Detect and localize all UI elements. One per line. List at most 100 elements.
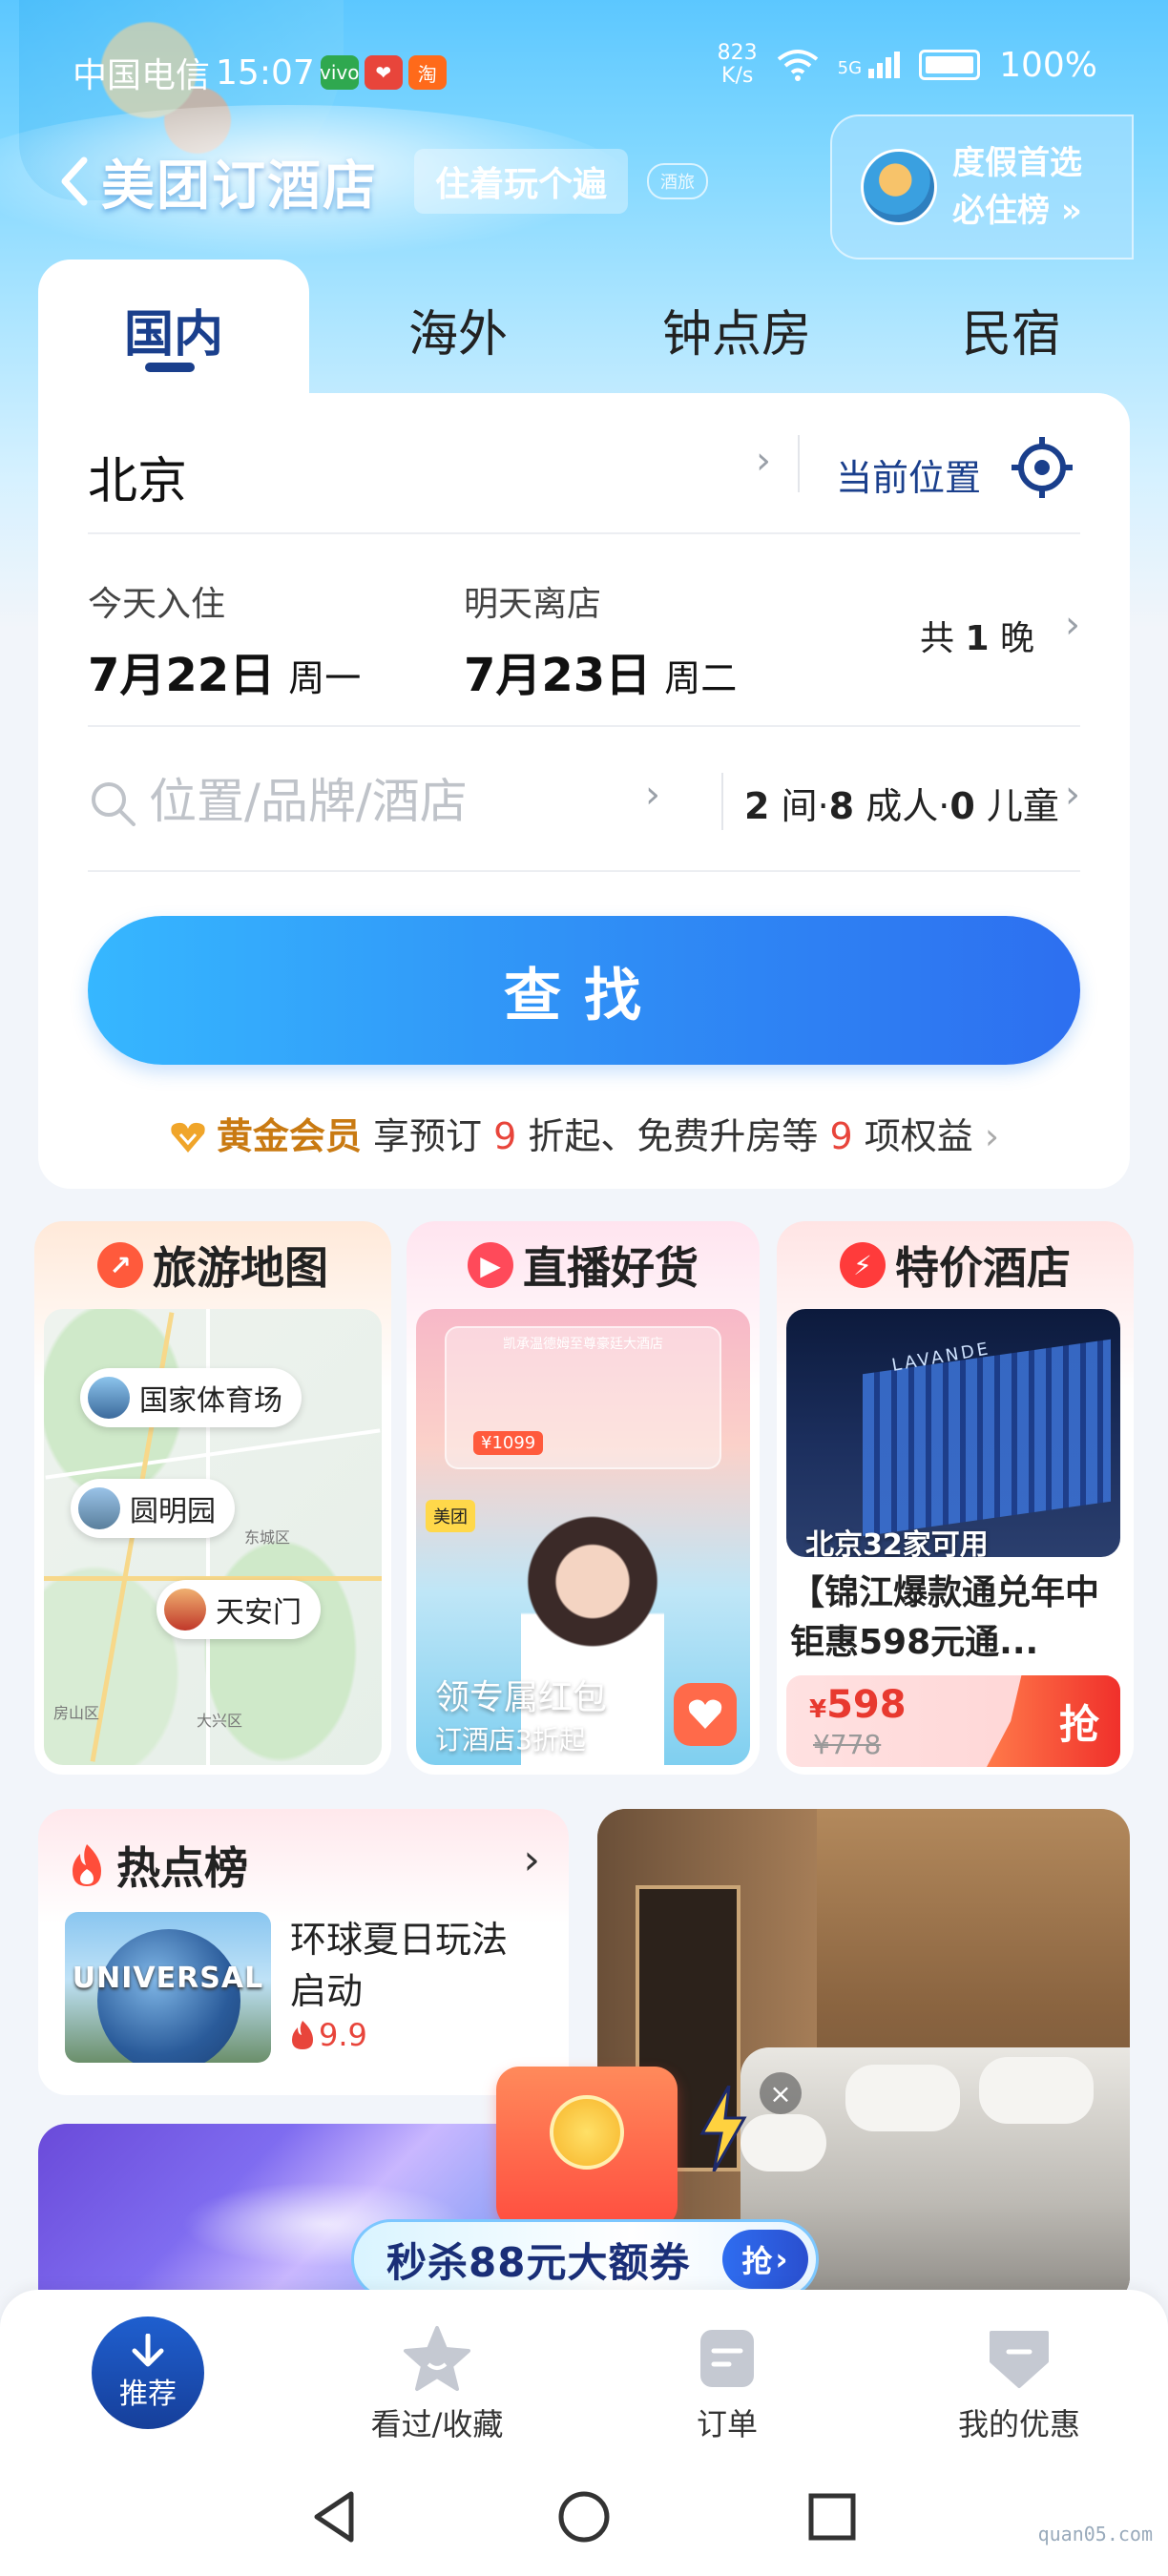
- wifi-icon: [777, 50, 818, 81]
- find-button[interactable]: 查找: [88, 916, 1080, 1065]
- tab-homestay[interactable]: 民宿: [878, 294, 1145, 365]
- tab-hourly[interactable]: 钟点房: [584, 294, 889, 365]
- like-heart-icon[interactable]: [674, 1683, 737, 1746]
- keyword-row: › 2 间·8 成人·0 儿童 ›: [88, 729, 1080, 872]
- chevron-right-icon: ›: [984, 1115, 1000, 1157]
- deal-price: ¥598: [809, 1683, 907, 1727]
- deal-price-value: 598: [826, 1683, 907, 1727]
- children-unit: 儿童: [986, 785, 1059, 827]
- search-card: 国内 海外 钟点房 民宿 北京 › 当前位置 今天入住 7月22日 周一 明天离…: [38, 260, 1130, 1189]
- travel-map-card[interactable]: ↗ 旅游地图 东城区 大兴区 房山区 国家体育场 圆明园 天安门: [34, 1221, 391, 1775]
- vacation-thumbnail: [861, 149, 937, 225]
- vacation-line2: 必住榜 »: [952, 192, 1082, 230]
- chevron-right-icon: ›: [756, 439, 771, 483]
- header-title-row: 美团订酒店 住着玩个遍 酒旅: [48, 143, 709, 219]
- map-spot-tag[interactable]: 国家体育场: [80, 1368, 302, 1427]
- checkin-date[interactable]: 今天入住 7月22日 周一: [88, 576, 361, 704]
- travel-map-title: 旅游地图: [153, 1242, 328, 1294]
- chevron-right-icon[interactable]: ›: [523, 1836, 540, 1884]
- deal-hotel-title[interactable]: 【锦江爆款通兑年中钜惠598元通...: [790, 1568, 1115, 1668]
- nav-history-favorites[interactable]: 看过/收藏: [342, 2322, 532, 2444]
- rooms-unit: 间: [781, 785, 818, 827]
- back-icon[interactable]: [48, 148, 101, 215]
- coupon-strip[interactable]: 秒杀88元大额券 抢 ›: [351, 2219, 819, 2299]
- city-selector[interactable]: 北京: [88, 441, 187, 512]
- vacation-ranking-link[interactable]: 度假首选 必住榜 »: [830, 114, 1134, 260]
- hot-score-value: 9.9: [319, 2017, 367, 2053]
- hotel-availability: 北京32家可用: [805, 1528, 989, 1557]
- app-notification-icon: ❤: [364, 55, 403, 90]
- order-icon: [691, 2322, 763, 2395]
- hot-item-title[interactable]: 环球夏日玩法启动: [290, 1914, 538, 2017]
- deal-price-bar: ¥598 ¥778 抢: [786, 1675, 1120, 1767]
- live-sublabel: 订酒店3折起: [435, 1724, 586, 1755]
- member-benefit-count: 9: [829, 1115, 853, 1157]
- live-banner-text: 凯承温德姆至尊豪廷大酒店: [503, 1337, 663, 1352]
- coin-icon: [550, 2095, 624, 2170]
- app-notification-icon: vivo: [320, 55, 360, 90]
- room-pillow: [740, 2114, 826, 2171]
- nav-orders-label: 订单: [696, 2406, 758, 2442]
- map-district-label: 大兴区: [197, 1712, 243, 1730]
- app-notification-icon: 淘: [407, 55, 447, 90]
- live-preview[interactable]: 凯承温德姆至尊豪廷大酒店 ¥1099 美团 领专属红包 订酒店3折起: [416, 1309, 750, 1765]
- keyword-search-input[interactable]: [149, 767, 626, 836]
- page-title: 美团订酒店: [101, 155, 378, 218]
- nights-count: 共 1 晚: [920, 611, 1034, 660]
- map-preview[interactable]: 东城区 大兴区 房山区 国家体育场 圆明园 天安门: [44, 1309, 382, 1765]
- hot-item-image: UNIVERSAL: [65, 1912, 271, 2063]
- hot-list-title: 热点榜: [116, 1842, 248, 1894]
- member-badge: 黄金会员: [216, 1115, 362, 1157]
- original-price: ¥778: [813, 1729, 882, 1760]
- cell-signal-icon: 5G: [838, 52, 901, 78]
- search-icon: [92, 782, 136, 826]
- nav-recommend-label: 推荐: [119, 2378, 177, 2411]
- nav-my-coupons[interactable]: 我的优惠: [924, 2322, 1115, 2444]
- network-speed-value: 823: [717, 41, 758, 65]
- spot-label: 天安门: [216, 1596, 302, 1630]
- close-ad-button[interactable]: ×: [760, 2072, 802, 2114]
- checkout-date-value: 7月23日: [464, 649, 652, 702]
- live-shopping-card[interactable]: ▶ 直播好货 凯承温德姆至尊豪廷大酒店 ¥1099 美团 领专属红包 订酒店3折…: [407, 1221, 760, 1775]
- bottom-navigation: 推荐 看过/收藏 订单 我的优惠: [0, 2290, 1168, 2452]
- tab-overseas[interactable]: 海外: [324, 294, 592, 365]
- checkout-date[interactable]: 明天离店 7月23日 周二: [464, 576, 737, 704]
- deal-hotel-card[interactable]: ⚡ 特价酒店 LAVANDE 北京32家可用 【锦江爆款通兑年中钜惠598元通.…: [777, 1221, 1134, 1775]
- nav-coupons-label: 我的优惠: [957, 2406, 1080, 2442]
- map-spot-tag[interactable]: 天安门: [156, 1580, 321, 1639]
- spot-photo: [164, 1589, 206, 1631]
- chevron-right-icon: ›: [775, 2241, 789, 2277]
- lightning-icon: [699, 2086, 747, 2171]
- spot-photo: [78, 1487, 120, 1529]
- room-guest-selector[interactable]: 2 间·8 成人·0 儿童: [744, 777, 1059, 829]
- nav-orders[interactable]: 订单: [632, 2322, 823, 2444]
- tab-bar: 国内 海外 钟点房 民宿: [38, 260, 1130, 412]
- coupon-text: 秒杀88元大额券: [386, 2238, 691, 2286]
- grab-deal-button[interactable]: 抢: [987, 1675, 1120, 1767]
- hotel-photo[interactable]: LAVANDE 北京32家可用: [786, 1309, 1120, 1557]
- checkin-label: 今天入住: [88, 585, 226, 624]
- chevron-right-icon: ›: [1065, 773, 1080, 817]
- spot-photo: [88, 1377, 130, 1419]
- current-location-button[interactable]: 当前位置: [836, 448, 981, 501]
- hot-score: 9.9: [290, 2017, 367, 2053]
- nights-value: 1: [965, 619, 990, 658]
- hot-list-card[interactable]: 热点榜 › UNIVERSAL 环球夏日玩法启动 9.9: [38, 1809, 569, 2095]
- chevron-right-icon: ›: [1065, 603, 1080, 647]
- map-spot-tag[interactable]: 圆明园: [71, 1479, 235, 1538]
- nights-suffix: 晚: [999, 619, 1034, 658]
- gold-member-icon: [171, 1122, 205, 1153]
- nav-recommend[interactable]: 推荐: [92, 2316, 204, 2429]
- system-back-icon[interactable]: [305, 2486, 366, 2547]
- grab-coupon-button[interactable]: 抢 ›: [722, 2230, 808, 2289]
- date-row[interactable]: 今天入住 7月22日 周一 明天离店 7月23日 周二 共 1 晚 ›: [88, 536, 1080, 727]
- member-benefits-link[interactable]: 黄金会员 享预订 9 折起、免费升房等 9 项权益 ›: [38, 1107, 1130, 1159]
- system-recents-icon[interactable]: [802, 2486, 863, 2547]
- city-row[interactable]: 北京 › 当前位置: [88, 393, 1080, 534]
- room-pillow: [845, 2065, 960, 2131]
- system-home-icon[interactable]: [553, 2486, 615, 2547]
- coupon-red-packet[interactable]: [496, 2067, 678, 2229]
- locate-icon[interactable]: [1010, 435, 1074, 500]
- checkin-date-value: 7月22日: [88, 649, 276, 702]
- tab-domestic[interactable]: 国内: [38, 294, 309, 365]
